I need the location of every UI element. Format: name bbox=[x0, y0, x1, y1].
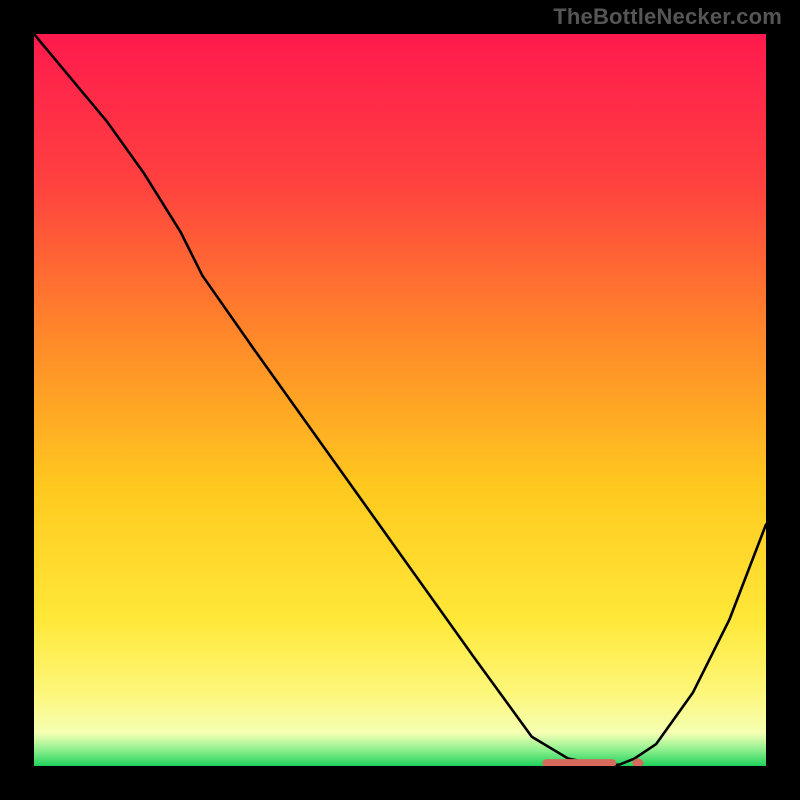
watermark-text: TheBottleNecker.com bbox=[553, 4, 782, 30]
marker-strip bbox=[542, 759, 616, 766]
gradient-plot bbox=[34, 34, 766, 766]
chart-svg bbox=[34, 34, 766, 766]
gradient-background bbox=[34, 34, 766, 766]
figure-container: TheBottleNecker.com bbox=[0, 0, 800, 800]
